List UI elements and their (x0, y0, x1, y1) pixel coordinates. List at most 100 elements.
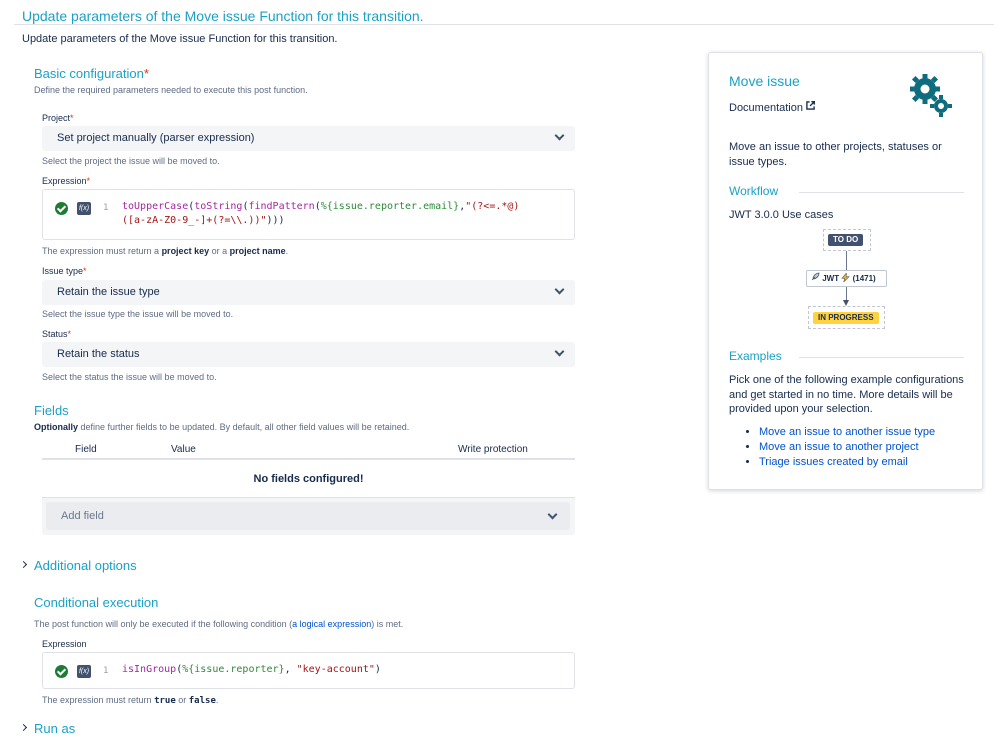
add-field-select[interactable]: Add field (46, 502, 570, 530)
example-item: Move an issue to another project (759, 440, 935, 455)
chevron-right-icon[interactable] (19, 560, 28, 569)
conditional-help: The expression must return true or false… (42, 695, 218, 706)
workflow-use-case: JWT 3.0.0 Use cases (729, 209, 834, 221)
gears-icon (910, 74, 952, 117)
project-select[interactable]: Set project manually (parser expression) (42, 126, 575, 151)
help-true: true (154, 696, 176, 706)
title-divider (14, 24, 994, 25)
transition-node: JWT (1471) (806, 270, 887, 287)
conditional-execution-heading: Conditional execution (34, 595, 159, 610)
chevron-down-icon (554, 130, 565, 141)
expression-help: The expression must return a project key… (42, 246, 288, 256)
inprogress-status-node: IN PROGRESS (808, 306, 885, 329)
chevron-down-icon (554, 284, 565, 295)
help-text: The expression must return (42, 695, 155, 705)
add-field-placeholder: Add field (61, 510, 104, 522)
required-mark: * (67, 329, 72, 339)
transition-label: JWT (822, 274, 840, 283)
column-header-write-protection: Write protection (458, 444, 528, 455)
required-mark: * (143, 66, 149, 81)
example-item: Triage issues created by email (759, 455, 935, 470)
transition-line (846, 251, 847, 270)
fields-table-header: Field Value Write protection (42, 441, 575, 460)
example-item: Move an issue to another issue type (759, 425, 935, 440)
help-text: The expression must return a (42, 246, 162, 256)
condition-code[interactable]: isInGroup(%{issue.reporter}, "key-accoun… (122, 663, 381, 677)
expression-editor[interactable]: f(x) 1 toUpperCase(toString(findPattern(… (42, 189, 575, 240)
column-header-value: Value (171, 444, 196, 455)
external-link-icon (806, 101, 816, 110)
required-mark: * (83, 266, 87, 276)
basic-config-heading: Basic configuration* (34, 66, 149, 81)
project-select-value: Set project manually (parser expression) (57, 132, 255, 144)
conditional-description-text: ) is met. (371, 619, 404, 629)
expression-code[interactable]: toUpperCase(toString(findPattern(%{issue… (122, 200, 519, 228)
workflow-divider (799, 192, 964, 193)
page-title: Update parameters of the Move issue Func… (22, 8, 424, 24)
transition-count: (1471) (852, 274, 876, 283)
workflow-heading: Workflow (729, 184, 779, 198)
project-label: Project* (42, 113, 74, 123)
basic-config-description: Define the required parameters needed to… (34, 85, 308, 95)
example-link-issue-type[interactable]: Move an issue to another issue type (759, 426, 935, 438)
panel-description: Move an issue to other projects, statuse… (729, 141, 942, 168)
panel-title: Move issue (729, 73, 800, 89)
additional-options-toggle[interactable]: Additional options (34, 558, 137, 573)
examples-divider (799, 357, 964, 358)
column-header-field: Field (75, 444, 97, 455)
chevron-down-icon (547, 509, 558, 520)
issue-type-label-text: Issue type (42, 266, 84, 276)
fields-description-text: define further fields to be updated. By … (78, 422, 410, 432)
required-mark: * (86, 176, 91, 186)
status-label: Status* (42, 329, 71, 339)
documentation-label: Documentation (729, 102, 803, 114)
project-label-text: Project (42, 113, 71, 123)
conditional-description: The post function will only be executed … (34, 619, 403, 629)
required-mark: * (70, 113, 74, 123)
condition-expression-editor[interactable]: f(x) 1 isInGroup(%{issue.reporter}, "key… (42, 652, 575, 689)
line-number: 1 (103, 666, 109, 676)
examples-description: Pick one of the following example config… (729, 374, 964, 415)
fields-heading: Fields (34, 403, 69, 418)
add-field-row: Add field (42, 498, 575, 535)
todo-lozenge: TO DO (828, 234, 864, 246)
example-link-project[interactable]: Move an issue to another project (759, 441, 919, 453)
fields-description: Optionally define further fields to be u… (34, 422, 409, 432)
issue-type-select-value: Retain the issue type (57, 286, 160, 298)
fx-icon[interactable]: f(x) (77, 202, 91, 215)
help-text: or a (209, 246, 230, 256)
fx-icon[interactable]: f(x) (77, 665, 91, 678)
issue-type-help: Select the issue type the issue will be … (42, 309, 234, 319)
issue-type-select[interactable]: Retain the issue type (42, 280, 575, 305)
function-info-panel: Move issue Documentation Move an issue t… (708, 52, 983, 490)
status-select-value: Retain the status (57, 348, 140, 360)
examples-list: Move an issue to another issue type Move… (748, 425, 935, 470)
run-as-toggle[interactable]: Run as (34, 721, 75, 736)
chevron-right-icon[interactable] (19, 723, 28, 732)
rocket-icon (811, 272, 820, 281)
status-label-text: Status (42, 329, 68, 339)
fields-description-bold: Optionally (34, 422, 79, 432)
status-help: Select the status the issue will be move… (42, 372, 217, 382)
example-link-triage[interactable]: Triage issues created by email (759, 456, 908, 468)
bolt-icon (841, 272, 851, 283)
help-bold-key: project key (161, 246, 210, 256)
help-text: . (215, 695, 219, 705)
chevron-down-icon (554, 346, 565, 357)
logical-expression-link[interactable]: a logical expression (292, 619, 371, 629)
basic-config-title: Basic configuration (34, 66, 144, 81)
help-false: false (188, 696, 216, 706)
line-number: 1 (103, 203, 109, 213)
expression-label-text: Expression (42, 176, 87, 186)
status-select[interactable]: Retain the status (42, 342, 575, 367)
inprogress-lozenge: IN PROGRESS (813, 312, 879, 324)
documentation-link[interactable]: Documentation (729, 101, 816, 114)
help-text: or (175, 695, 189, 705)
todo-status-node: TO DO (823, 229, 871, 251)
check-icon (55, 665, 68, 678)
conditional-expression-label: Expression (42, 639, 87, 649)
examples-heading: Examples (729, 349, 782, 363)
project-help: Select the project the issue will be mov… (42, 156, 220, 166)
conditional-description-text: The post function will only be executed … (34, 619, 293, 629)
page-subtitle: Update parameters of the Move issue Func… (22, 33, 338, 45)
